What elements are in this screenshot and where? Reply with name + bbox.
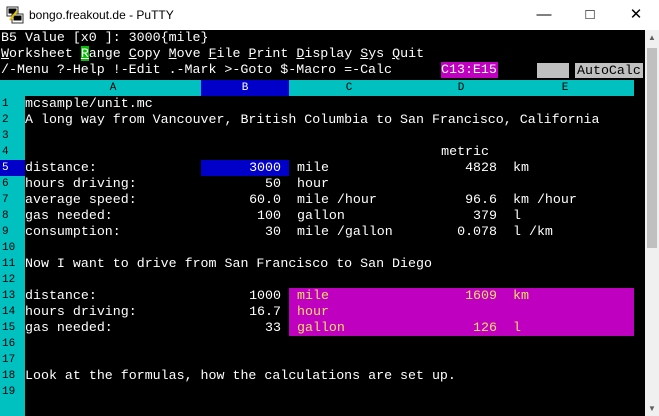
- status-box: [537, 63, 569, 78]
- cell-a5[interactable]: distance:: [25, 160, 97, 176]
- putty-window: bongo.freakout.de - PuTTY — □ ✕ B5 Value…: [0, 0, 659, 416]
- help-line: /-Menu ?-Help !-Edit .-Mark >-Goto $-Mac…: [1, 62, 392, 77]
- column-header-a[interactable]: A: [25, 80, 201, 96]
- range-badge: C13:E15: [441, 62, 498, 78]
- column-header-b[interactable]: B: [201, 80, 289, 96]
- window-title: bongo.freakout.de - PuTTY: [29, 8, 174, 22]
- scroll-down-icon[interactable]: ▼: [645, 401, 659, 416]
- row-number[interactable]: 19: [0, 384, 25, 400]
- row-number[interactable]: 14: [0, 304, 25, 320]
- menu-bar: Worksheet Range Copy Move File Print Dis…: [1, 46, 424, 62]
- cell-c13[interactable]: mile: [297, 288, 329, 304]
- cell-c7[interactable]: mile /hour: [297, 192, 377, 208]
- status-line: B5 Value [x0 ]: 3000{mile}: [1, 30, 209, 45]
- cell-a7[interactable]: average speed:: [25, 192, 137, 208]
- row-number[interactable]: 11: [0, 256, 25, 272]
- cell-e5[interactable]: km: [513, 160, 529, 176]
- cell-b5[interactable]: 3000: [201, 160, 289, 176]
- row-number[interactable]: 1: [0, 96, 25, 112]
- cell-a1[interactable]: mcsample/unit.mc: [25, 96, 153, 112]
- cell-d5[interactable]: 4828: [409, 160, 497, 176]
- scroll-thumb[interactable]: [647, 48, 657, 248]
- minimize-button[interactable]: —: [521, 0, 567, 30]
- column-header-c[interactable]: C: [289, 80, 409, 96]
- cell-e9[interactable]: l /km: [513, 224, 553, 240]
- cell-b6[interactable]: 50: [201, 176, 281, 192]
- menu-item-quit[interactable]: Quit: [392, 46, 424, 61]
- row-number[interactable]: 9: [0, 224, 25, 240]
- menu-item-display[interactable]: Display: [296, 46, 352, 61]
- cell-d4[interactable]: metric: [409, 144, 489, 160]
- cell-c15[interactable]: gallon: [297, 320, 345, 336]
- cell-a13[interactable]: distance:: [25, 288, 97, 304]
- menu-item-worksheet[interactable]: Worksheet: [1, 46, 73, 61]
- menu-item-range[interactable]: Range: [80, 46, 121, 61]
- cell-a15[interactable]: gas needed:: [25, 320, 113, 336]
- cell-a6[interactable]: hours driving:: [25, 176, 137, 192]
- row-number[interactable]: 10: [0, 240, 25, 256]
- cell-a2[interactable]: A long way from Vancouver, British Colum…: [25, 112, 600, 128]
- column-header-d[interactable]: D: [409, 80, 513, 96]
- row-number[interactable]: 5: [0, 160, 25, 176]
- cell-b13[interactable]: 1000: [201, 288, 281, 304]
- cell-b14[interactable]: 16.7: [201, 304, 281, 320]
- scrollbar[interactable]: ▲ ▼: [645, 30, 659, 416]
- cell-e15[interactable]: l: [513, 320, 521, 336]
- cell-b9[interactable]: 30: [201, 224, 281, 240]
- row-number[interactable]: 16: [0, 336, 25, 352]
- menu-item-copy[interactable]: Copy: [129, 46, 161, 61]
- cell-b15[interactable]: 33: [201, 320, 281, 336]
- cell-b7[interactable]: 60.0: [201, 192, 281, 208]
- cell-c8[interactable]: gallon: [297, 208, 345, 224]
- close-button[interactable]: ✕: [613, 0, 659, 30]
- row-number[interactable]: 15: [0, 320, 25, 336]
- row-number[interactable]: 7: [0, 192, 25, 208]
- cell-d13[interactable]: 1609: [409, 288, 497, 304]
- cell-d9[interactable]: 0.078: [409, 224, 497, 240]
- row-number[interactable]: 6: [0, 176, 25, 192]
- terminal[interactable]: B5 Value [x0 ]: 3000{mile} Worksheet Ran…: [0, 30, 645, 416]
- cell-a11[interactable]: Now I want to drive from San Francisco t…: [25, 256, 432, 272]
- cell-d7[interactable]: 96.6: [409, 192, 497, 208]
- row-number[interactable]: 13: [0, 288, 25, 304]
- cell-c14[interactable]: hour: [297, 304, 329, 320]
- row-number[interactable]: 12: [0, 272, 25, 288]
- menu-item-file[interactable]: File: [209, 46, 241, 61]
- row-number[interactable]: 17: [0, 352, 25, 368]
- cell-d15[interactable]: 126: [409, 320, 497, 336]
- cell-e8[interactable]: l: [513, 208, 521, 224]
- cell-a18[interactable]: Look at the formulas, how the calculatio…: [25, 368, 456, 384]
- column-header-e[interactable]: E: [513, 80, 617, 96]
- row-number[interactable]: 18: [0, 368, 25, 384]
- cell-a9[interactable]: consumption:: [25, 224, 121, 240]
- cell-b8[interactable]: 100: [201, 208, 281, 224]
- menu-item-move[interactable]: Move: [169, 46, 201, 61]
- maximize-button[interactable]: □: [567, 0, 613, 30]
- menu-item-sys[interactable]: Sys: [360, 46, 384, 61]
- scroll-up-icon[interactable]: ▲: [645, 30, 659, 45]
- row-number[interactable]: 8: [0, 208, 25, 224]
- menu-item-print[interactable]: Print: [248, 46, 288, 61]
- autocalc-indicator: AutoCalc: [575, 63, 643, 78]
- row-number[interactable]: 4: [0, 144, 25, 160]
- cell-a14[interactable]: hours driving:: [25, 304, 137, 320]
- cell-e13[interactable]: km: [513, 288, 529, 304]
- cell-c6[interactable]: hour: [297, 176, 329, 192]
- cell-e7[interactable]: km /hour: [513, 192, 577, 208]
- title-bar[interactable]: bongo.freakout.de - PuTTY — □ ✕: [0, 0, 659, 30]
- putty-icon: [6, 6, 24, 24]
- cell-d8[interactable]: 379: [409, 208, 497, 224]
- row-number[interactable]: 2: [0, 112, 25, 128]
- cell-c9[interactable]: mile /gallon: [297, 224, 393, 240]
- cell-c5[interactable]: mile: [297, 160, 329, 176]
- cell-a8[interactable]: gas needed:: [25, 208, 113, 224]
- row-number[interactable]: 3: [0, 128, 25, 144]
